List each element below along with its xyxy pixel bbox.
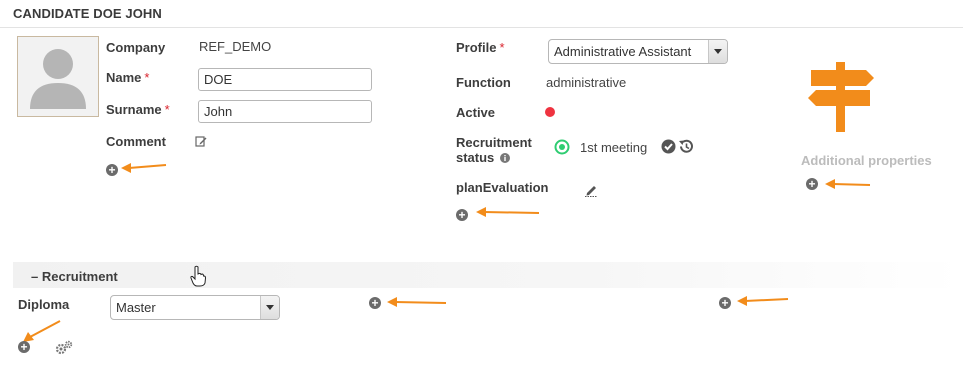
user-silhouette-icon [30,49,86,109]
history-icon[interactable] [678,139,694,154]
orange-arrow-icon [825,179,871,189]
add-field-button[interactable]: + [719,297,731,309]
active-status-dot[interactable] [545,107,555,117]
required-marker: * [164,102,170,117]
recruitment-section-label: Recruitment [41,269,118,284]
name-label-text: Name [106,70,142,85]
hand-pointer-icon [190,265,206,287]
pencil-edit-icon[interactable] [195,135,207,147]
profile-label-text: Profile [456,40,497,55]
target-circle-icon [554,139,570,155]
avatar[interactable] [17,36,99,117]
profile-label: Profile * [456,40,505,55]
company-label: Company [106,40,166,55]
diploma-select[interactable]: Master [110,295,280,320]
collapse-icon[interactable]: – [31,269,38,284]
diploma-label: Diploma [18,297,70,312]
diploma-selected-value: Master [116,300,156,315]
chevron-down-icon [266,305,274,310]
required-marker: * [499,40,505,55]
recruitment-label-line2: status [456,150,532,165]
recruitment-status-label: Recruitment status [456,135,532,165]
function-value: administrative [546,75,627,90]
name-field[interactable] [198,68,372,91]
surname-label-text: Surname [106,102,162,117]
comment-label: Comment [106,134,166,149]
orange-arrow-icon [387,297,447,307]
chevron-down-icon [714,49,722,54]
dropdown-toggle[interactable] [260,296,279,319]
recruitment-section-title[interactable]: – Recruitment [31,269,118,284]
recruitment-section-header[interactable] [13,262,963,288]
name-label: Name * [106,70,149,85]
info-icon[interactable] [499,153,510,163]
add-field-button[interactable]: + [456,209,468,221]
check-circle-icon[interactable] [661,139,676,154]
orange-arrow-icon [121,163,167,173]
add-field-button[interactable]: + [106,164,118,176]
add-field-button[interactable]: + [369,297,381,309]
orange-arrow-icon [476,207,540,217]
page-title: CANDIDATE DOE JOHN [13,6,162,21]
recruitment-label-line2-text: status [456,150,495,165]
title-divider [0,27,963,28]
add-property-button[interactable]: + [806,178,818,190]
surname-field[interactable] [198,100,372,123]
dropdown-toggle[interactable] [708,40,727,63]
active-label: Active [456,105,496,120]
company-value: REF_DEMO [199,39,272,54]
gears-icon[interactable] [55,340,73,355]
surname-label: Surname * [106,102,170,117]
recruitment-label-line1: Recruitment [456,135,532,150]
additional-properties-link[interactable]: Additional properties [801,153,932,168]
plan-evaluation-label: planEvaluation [456,180,549,195]
pencil-edit-icon[interactable] [584,183,598,197]
recruitment-status-value: 1st meeting [580,140,648,155]
add-diploma-button[interactable]: + [18,341,30,353]
signpost-icon[interactable] [808,62,874,132]
orange-arrow-icon [737,296,789,306]
profile-select[interactable]: Administrative Assistant [548,39,728,64]
required-marker: * [144,70,150,85]
profile-selected-value: Administrative Assistant [554,44,692,59]
function-label: Function [456,75,511,90]
